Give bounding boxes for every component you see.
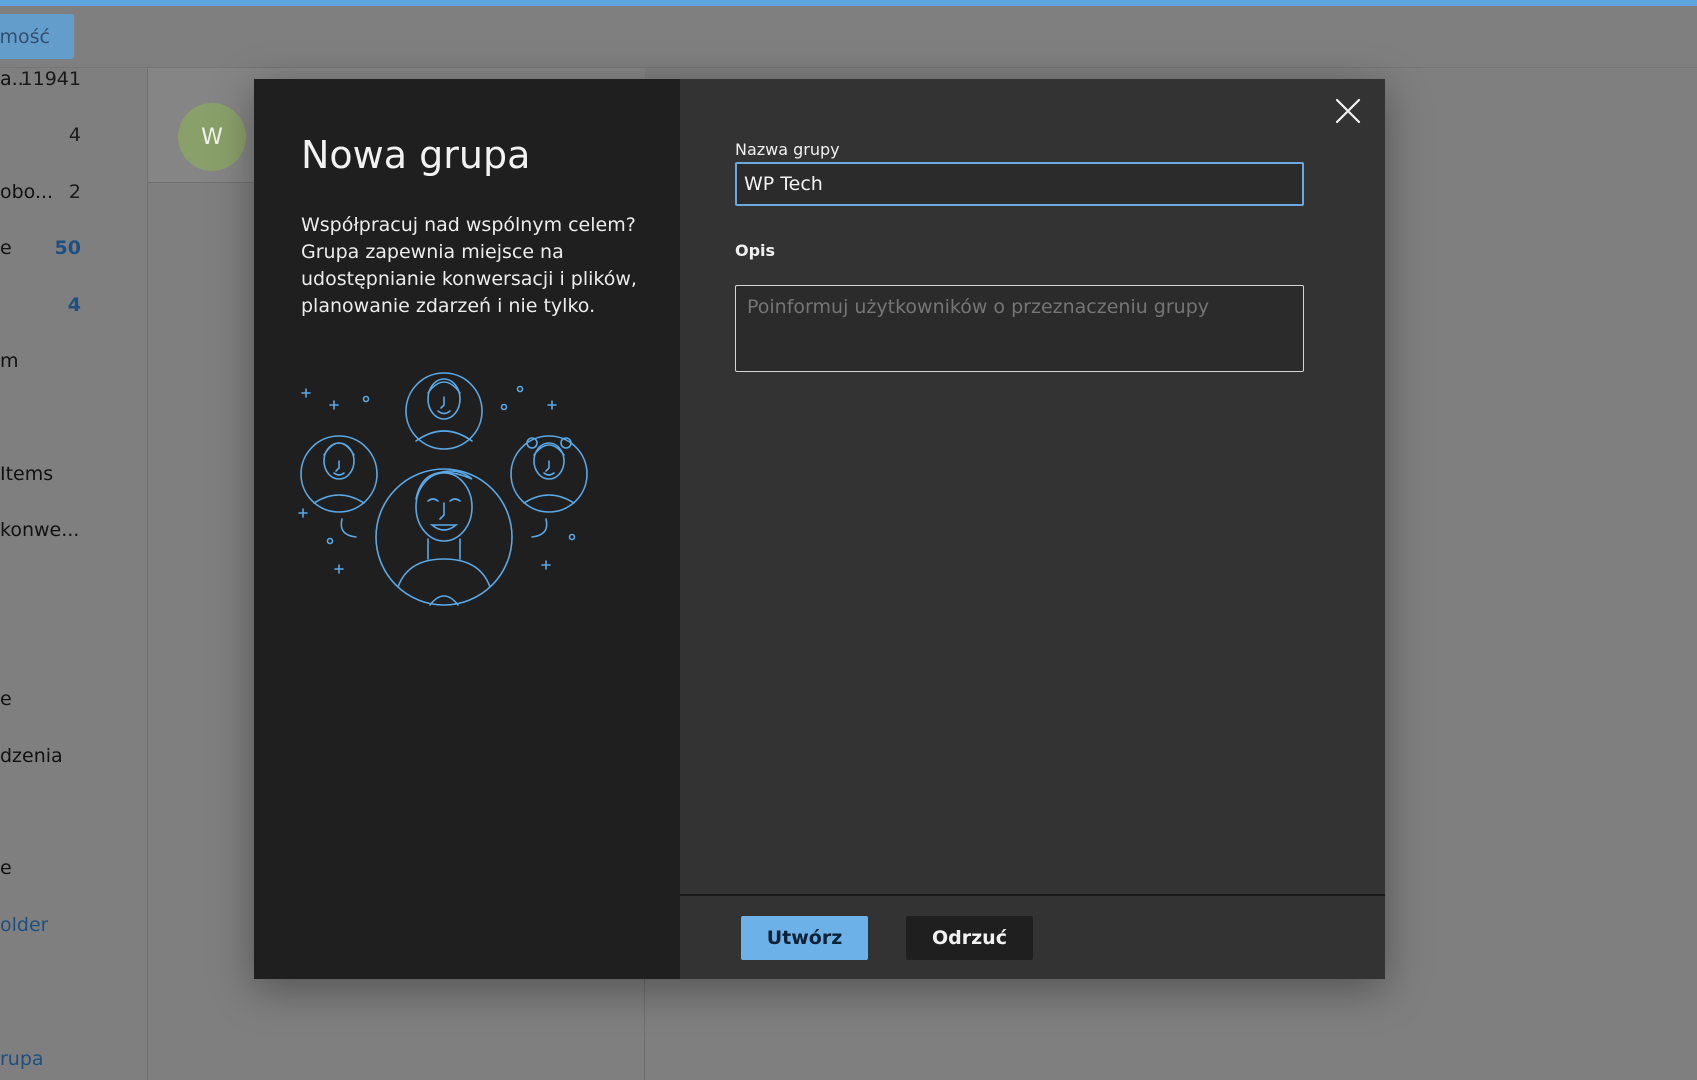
folder-label: rupa — [0, 1048, 44, 1070]
folder-label: m — [0, 350, 19, 372]
folder-item[interactable]: konwe... — [0, 519, 148, 549]
folder-item[interactable]: m — [0, 350, 148, 380]
folder-item[interactable]: rupa — [0, 1048, 148, 1078]
folder-item[interactable]: e 50 — [0, 237, 148, 267]
folder-item[interactable]: a... 11941 — [0, 68, 148, 98]
folder-label: e — [0, 688, 12, 710]
folder-count: 11941 — [20, 68, 81, 90]
folder-label: konwe... — [0, 519, 80, 541]
dialog-description: Współpracuj nad wspólnym celem? Grupa za… — [301, 214, 637, 317]
folder-label: obo... — [0, 181, 54, 203]
new-group-dialog: Nowa grupa Współpracuj nad wspólnym cele… — [254, 79, 1385, 979]
folder-label: older — [0, 914, 49, 936]
folder-item[interactable]: 4 — [0, 294, 148, 324]
dialog-footer: Utwórz Odrzuć — [680, 894, 1385, 979]
folder-item[interactable]: older — [0, 914, 148, 944]
dialog-title: Nowa grupa — [301, 133, 531, 177]
folder-label: e — [0, 857, 12, 879]
folder-sidebar: a... 11941 4 obo... 2 e 50 4 m Items kon… — [0, 68, 148, 1080]
folder-count: 4 — [68, 124, 81, 146]
folder-item[interactable]: Items — [0, 463, 148, 493]
group-name-input[interactable] — [735, 162, 1304, 206]
new-message-button[interactable]: omość — [0, 14, 74, 59]
folder-item[interactable]: e — [0, 857, 148, 887]
group-people-illustration — [298, 372, 588, 606]
folder-item[interactable]: e — [0, 688, 148, 718]
folder-item[interactable]: dzenia — [0, 745, 148, 775]
close-dialog-button[interactable] — [1331, 94, 1365, 128]
folder-label: dzenia — [0, 745, 63, 767]
folder-count: 2 — [68, 181, 81, 203]
dialog-form-panel: Nazwa grupy Opis Utwórz Odrzuć — [680, 79, 1385, 979]
description-input[interactable] — [735, 285, 1304, 372]
close-icon — [1335, 98, 1361, 124]
folder-count: 4 — [67, 294, 81, 316]
avatar: W — [178, 103, 246, 171]
folder-item[interactable]: obo... 2 — [0, 181, 148, 211]
group-name-label: Nazwa grupy — [735, 140, 840, 159]
dialog-info-panel: Nowa grupa Współpracuj nad wspólnym cele… — [254, 79, 680, 979]
create-button[interactable]: Utwórz — [741, 916, 868, 960]
description-label: Opis — [735, 241, 776, 260]
folder-label: e — [0, 237, 12, 259]
folder-count: 50 — [54, 237, 81, 259]
toolbar: omość — [0, 6, 1697, 68]
folder-item[interactable]: 4 — [0, 124, 148, 154]
discard-button[interactable]: Odrzuć — [906, 916, 1033, 960]
folder-label: Items — [0, 463, 54, 485]
